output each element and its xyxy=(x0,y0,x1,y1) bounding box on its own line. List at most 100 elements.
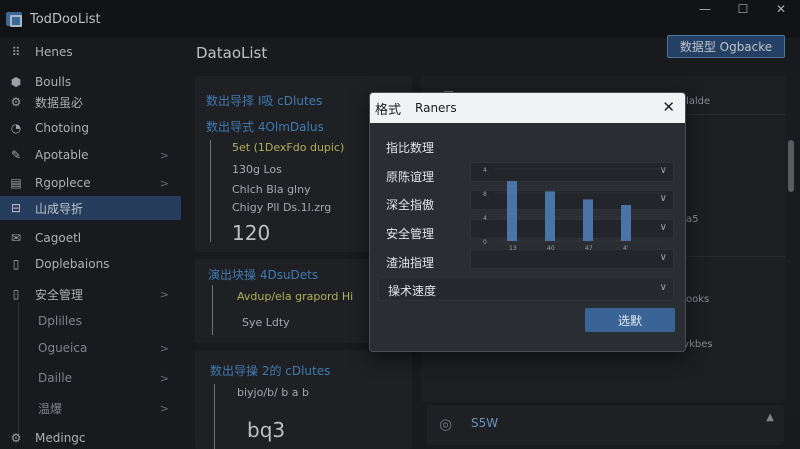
sidebar-item-label: Medingc xyxy=(35,431,86,445)
y-tick-label: 4 xyxy=(483,215,487,222)
window-controls: — ☐ ✕ xyxy=(686,0,800,18)
user-icon[interactable]: ◎ xyxy=(439,415,452,433)
bottom-bar: ◎ S5W ▲ xyxy=(427,405,784,445)
y-tick-label: 8 xyxy=(483,191,487,198)
mail-icon: ✉ xyxy=(10,231,22,245)
sidebar-item-label: 数据虽必 xyxy=(35,95,84,110)
app-window: TodDooList — ☐ ✕ ⠿ Henes ⬢ Boulls ⚙ 数据虽必 ◔ C… xyxy=(0,0,800,449)
sidebar-subitem-daille[interactable]: Daille > xyxy=(0,366,181,390)
sidebar-item-label: Henes xyxy=(35,45,73,59)
format-dialog: 格式 Raners ✕ 指比数理 原陈谊理 深全指傲 安全管理 渣油指理 ∨ ∨… xyxy=(369,92,686,352)
confirm-button[interactable]: 选默 xyxy=(585,308,675,332)
card-line: Chlch Bla glny xyxy=(232,183,311,196)
dialog-row-label: 原陈谊理 xyxy=(386,170,435,184)
sidebar-item-rgoplece[interactable]: ▤ Rgoplece > xyxy=(0,171,181,195)
app-title: TodDooList xyxy=(30,11,101,27)
page-title: DataoList xyxy=(196,44,268,62)
card-line: Chigy Pll Ds.1l.zrg xyxy=(232,201,332,214)
dialog-header: 格式 Raners ✕ xyxy=(370,93,685,123)
y-tick-label: 0 xyxy=(483,239,487,246)
sidebar-item-chotoing[interactable]: ◔ Chotoing xyxy=(0,116,181,140)
pencil-icon: ✎ xyxy=(10,148,22,162)
minimize-button[interactable]: — xyxy=(686,0,724,18)
sidebar-subitem-ogueica[interactable]: Ogueica > xyxy=(0,336,181,360)
sidebar-item-doplebaions[interactable]: ▯ Doplebaions xyxy=(0,252,181,276)
sidebar-item-cagoetl[interactable]: ✉ Cagoetl xyxy=(0,226,181,250)
dialog-select-speed[interactable]: 操术速度 ∨ xyxy=(378,277,674,301)
card-line: biyjo/b/ b a b xyxy=(237,386,309,399)
maximize-button[interactable]: ☐ xyxy=(724,0,762,18)
dialog-select[interactable]: ∨ xyxy=(470,249,674,269)
tree-line xyxy=(210,140,211,242)
gear-icon: ⚙ xyxy=(10,95,22,109)
chevron-right-icon: > xyxy=(159,341,169,355)
close-button[interactable]: ✕ xyxy=(762,0,800,18)
panel-text: ooks xyxy=(686,294,710,305)
sidebar-item-security[interactable]: ▯ 安全管理 > xyxy=(0,282,181,306)
card-line: 130g Los xyxy=(232,163,282,176)
x-tick-label: 13 xyxy=(509,245,517,251)
chevron-down-icon: ∨ xyxy=(659,252,667,263)
sidebar-item-label: Chotoing xyxy=(35,121,89,135)
sidebar-item-label: Ogueica xyxy=(38,341,88,355)
bar-chart: 0 4 8 4 13 40 47 4' xyxy=(483,167,665,251)
sidebar-item-medingc[interactable]: ⚙ Medingc xyxy=(0,426,181,449)
card-title[interactable]: 数出导操 2的 cDlutes xyxy=(210,362,330,379)
sidebar-subitem-dplilles[interactable]: Dplilles xyxy=(0,309,181,333)
app-logo-icon xyxy=(6,12,22,27)
sidebar-item-active[interactable]: ⊟ 山成导折 xyxy=(0,196,181,220)
sidebar: ⠿ Henes ⬢ Boulls ⚙ 数据虽必 ◔ Chotoing ✎ Apotable… xyxy=(0,38,181,449)
chevron-right-icon: > xyxy=(159,148,169,162)
grid-icon: ⠿ xyxy=(11,45,21,59)
sidebar-subitem-wenbao[interactable]: 温爆 > xyxy=(0,396,181,420)
sidebar-item-label: Boulls xyxy=(35,75,72,89)
chevron-right-icon: > xyxy=(159,401,169,415)
sidebar-item-label: 安全管理 xyxy=(35,287,84,302)
close-icon[interactable]: ✕ xyxy=(662,98,675,116)
bar xyxy=(621,205,631,241)
card-export-3: 数出导操 2的 cDlutes biyjo/b/ b a b bq3 xyxy=(195,350,412,449)
document-icon: ▤ xyxy=(10,176,22,190)
x-tick-label: 4' xyxy=(623,245,629,251)
dialog-row-label: 渣油指理 xyxy=(386,256,435,270)
bar xyxy=(507,181,517,241)
sidebar-item-label: Apotable xyxy=(35,148,89,162)
sidebar-item-label: Cagoetl xyxy=(35,231,82,245)
gear-icon: ⚙ xyxy=(10,431,22,445)
scroll-thumb[interactable] xyxy=(788,140,794,192)
chevron-right-icon: > xyxy=(159,176,169,190)
panel-text: a5 xyxy=(686,214,699,225)
card-value: 120 xyxy=(232,221,271,245)
card-line: Avdup/ela grapord Hi xyxy=(237,290,354,303)
dialog-title: 格式 xyxy=(375,102,402,118)
chevron-right-icon: > xyxy=(159,287,169,301)
sidebar-item-label: Daille xyxy=(38,371,72,385)
sidebar-item-apotable[interactable]: ✎ Apotable > xyxy=(0,143,181,167)
dialog-row-label: 深全指傲 xyxy=(386,198,435,212)
dialog-row-label: 指比数理 xyxy=(386,141,435,155)
scrollbar[interactable] xyxy=(786,76,796,411)
x-tick-label: 47 xyxy=(585,245,593,251)
card-title[interactable]: 演出块操 4DsuDets xyxy=(208,266,318,283)
bar xyxy=(583,199,593,241)
panel-text: lalde xyxy=(686,96,711,107)
pie-icon: ◔ xyxy=(10,121,22,135)
card-value: bq3 xyxy=(247,418,286,442)
data-type-button[interactable]: 数据型 Ogbacke xyxy=(667,35,785,58)
sidebar-item-henes[interactable]: ⠿ Henes xyxy=(0,40,181,64)
title-bar: TodDooList — ☐ ✕ xyxy=(0,0,800,38)
status-label[interactable]: S5W xyxy=(471,416,498,430)
card-title[interactable]: 数出导式 4OlmDalus xyxy=(206,118,324,135)
file-icon: ▯ xyxy=(12,287,20,301)
sidebar-item-label: Doplebaions xyxy=(35,257,110,271)
dialog-row-label: 操术速度 xyxy=(388,284,437,298)
chevron-up-icon[interactable]: ▲ xyxy=(766,412,774,423)
chevron-right-icon: > xyxy=(159,371,169,385)
sidebar-item-label: 温爆 xyxy=(38,401,63,416)
sidebar-item-data[interactable]: ⚙ 数据虽必 xyxy=(0,90,181,114)
y-tick-label: 4 xyxy=(483,167,487,174)
card-title[interactable]: 数出导择 I吸 cDlutes xyxy=(206,92,322,109)
chevron-down-icon: ∨ xyxy=(659,282,667,293)
bar xyxy=(545,191,555,241)
sidebar-item-label: Dplilles xyxy=(38,314,82,328)
